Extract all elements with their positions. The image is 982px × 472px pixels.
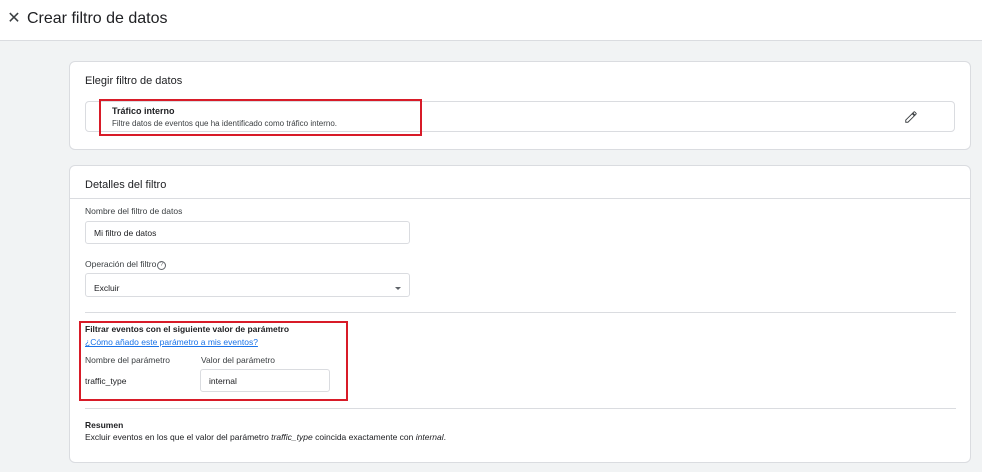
page-title: Crear filtro de datos: [27, 10, 168, 27]
operation-selected-value: Excluir: [94, 283, 120, 293]
choose-filter-title: Elegir filtro de datos: [85, 75, 183, 87]
operation-field-label: Operación del filtro?: [85, 259, 167, 270]
param-value-input[interactable]: [200, 369, 330, 392]
param-value-header: Valor del parámetro: [201, 355, 276, 365]
parameter-section-title: Filtrar eventos con el siguiente valor d…: [85, 324, 290, 334]
filter-details-card: Detalles del filtro Nombre del filtro de…: [69, 165, 971, 463]
filter-operation-select[interactable]: Excluir: [85, 273, 410, 297]
filter-details-title: Detalles del filtro: [85, 179, 167, 191]
summary-title: Resumen: [85, 420, 124, 430]
filter-name-input[interactable]: [85, 221, 410, 244]
operation-divider: [85, 312, 956, 313]
chevron-down-icon: [395, 287, 401, 290]
parameter-divider: [85, 408, 956, 409]
param-name-header: Nombre del parámetro: [85, 355, 171, 365]
filter-option-title: Tráfico interno: [112, 106, 175, 116]
summary-param: traffic_type: [271, 432, 313, 442]
name-field-label: Nombre del filtro de datos: [85, 206, 183, 216]
choose-filter-card: Elegir filtro de datos Tráfico interno F…: [69, 61, 971, 150]
param-name-value: traffic_type: [85, 376, 127, 386]
details-header-divider: [70, 198, 970, 199]
operation-label-text: Operación del filtro: [85, 259, 157, 269]
summary-text-middle: coincida exactamente con: [312, 432, 416, 442]
top-bar: ✕ Crear filtro de datos: [0, 0, 982, 41]
filter-option-internal-traffic[interactable]: Tráfico interno Filtre datos de eventos …: [85, 101, 955, 132]
summary-text-after: .: [443, 432, 447, 442]
summary-text-before: Excluir eventos en los que el valor del …: [85, 432, 272, 442]
pencil-icon[interactable]: [904, 110, 918, 124]
summary-text: Excluir eventos en los que el valor del …: [85, 432, 446, 442]
close-icon[interactable]: ✕: [6, 10, 22, 28]
parameter-help-link[interactable]: ¿Cómo añado este parámetro a mis eventos…: [85, 337, 258, 347]
filter-option-description: Filtre datos de eventos que ha identific…: [112, 119, 338, 128]
summary-value: internal: [415, 432, 444, 442]
help-icon[interactable]: ?: [157, 261, 167, 270]
